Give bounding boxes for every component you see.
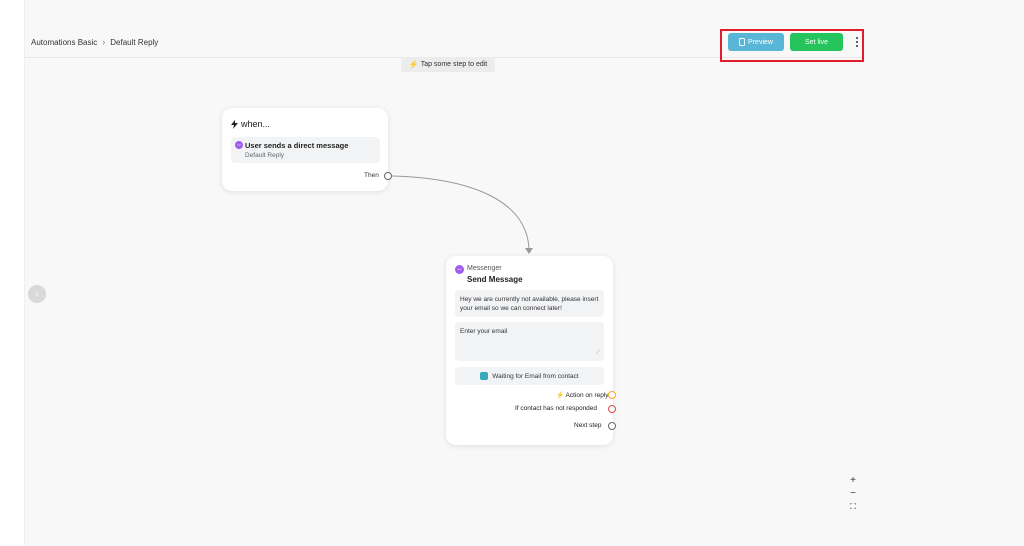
action-on-reply-label: ⚡ Action on reply bbox=[556, 391, 609, 399]
trigger-event[interactable]: User sends a direct message Default Repl… bbox=[231, 137, 380, 163]
next-step-label: Next step bbox=[574, 422, 602, 429]
bolt-icon bbox=[231, 119, 238, 129]
arrow-head-icon bbox=[525, 248, 533, 254]
connection-line bbox=[391, 175, 530, 249]
hourglass-icon bbox=[480, 372, 489, 380]
waiting-status: Waiting for Email from contact bbox=[455, 367, 604, 385]
resize-handle-icon: ⟋ bbox=[595, 350, 600, 356]
not-responded-label: If contact has not responded bbox=[515, 405, 598, 412]
waiting-status-text: Waiting for Email from contact bbox=[492, 372, 579, 380]
then-port[interactable] bbox=[384, 172, 392, 180]
messenger-icon bbox=[455, 265, 464, 274]
email-field-placeholder: Enter your email bbox=[460, 328, 508, 335]
message-text[interactable]: Hey we are currently not available, plea… bbox=[455, 290, 604, 317]
action-on-reply-port[interactable] bbox=[608, 391, 616, 399]
trigger-title-text: when... bbox=[241, 119, 271, 129]
chevron-right-icon: › bbox=[35, 288, 39, 300]
trigger-title: when... bbox=[231, 119, 270, 129]
action-on-reply-text: Action on reply bbox=[565, 392, 609, 399]
message-channel: Messenger bbox=[467, 265, 502, 272]
trigger-event-title: User sends a direct message bbox=[245, 141, 349, 150]
zoom-in-button[interactable]: + bbox=[846, 475, 860, 487]
sidebar-toggle-button[interactable]: › bbox=[28, 285, 46, 303]
trigger-event-subtitle: Default Reply bbox=[245, 152, 285, 159]
next-step-port[interactable] bbox=[608, 422, 616, 430]
fit-view-button[interactable]: ⛶ bbox=[846, 501, 860, 513]
bolt-icon: ⚡ bbox=[556, 392, 565, 399]
email-field[interactable]: Enter your email ⟋ bbox=[455, 322, 604, 361]
send-message-card[interactable]: Messenger Send Message Hey we are curren… bbox=[446, 256, 613, 445]
then-label: Then bbox=[364, 172, 379, 179]
messenger-icon bbox=[235, 141, 243, 149]
message-title: Send Message bbox=[467, 275, 523, 284]
not-responded-port[interactable] bbox=[608, 405, 616, 413]
zoom-out-button[interactable]: − bbox=[846, 488, 860, 500]
